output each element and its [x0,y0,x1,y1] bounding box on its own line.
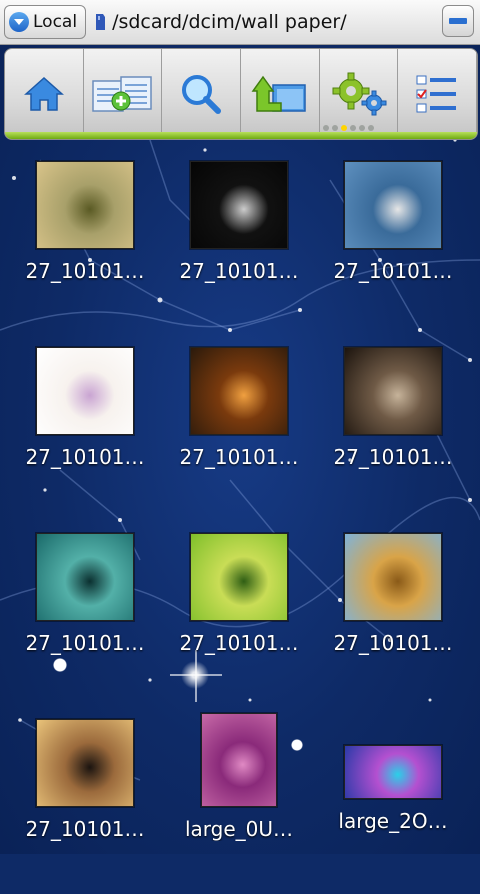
file-item[interactable]: large_2O… [316,708,470,894]
file-name: large_2O… [338,809,448,833]
list-view-button[interactable] [398,49,477,139]
page-dot [323,125,329,131]
home-button[interactable] [5,49,84,139]
search-button[interactable] [162,49,242,139]
page-dot [332,125,338,131]
file-item[interactable]: 27_10101… [8,708,162,894]
image-thumbnail [344,745,442,799]
file-item[interactable]: 27_10101… [8,150,162,336]
file-name: 27_10101… [25,631,145,655]
list-view-icon [416,75,457,113]
file-name: 27_10101… [25,445,145,469]
current-path: /sdcard/dcim/wall paper/ [112,11,347,33]
toolbar-accent-strip [5,132,477,139]
image-thumbnail [36,347,134,435]
file-name: large_0U… [184,817,294,841]
file-name: 27_10101… [179,631,299,655]
image-thumbnail [190,347,288,435]
file-name: 27_10101… [25,259,145,283]
image-thumbnail [344,533,442,621]
image-thumbnail [36,719,134,807]
file-item[interactable]: 27_10101… [8,522,162,708]
file-item[interactable]: 27_10101… [316,336,470,522]
sdcard-icon [96,14,106,30]
file-name: 27_10101… [179,445,299,469]
minus-icon [449,18,467,24]
file-name: 27_10101… [179,259,299,283]
search-icon [182,75,222,114]
file-grid: 27_10101… 27_10101… 27_10101… 27_10101… … [0,150,480,894]
home-icon [23,76,64,111]
image-thumbnail [190,161,288,249]
action-toolbar [4,48,478,140]
settings-gears-icon [332,72,387,116]
go-up-folder-button[interactable] [241,49,320,139]
image-thumbnail [36,533,134,621]
page-dot-active [341,125,347,131]
file-name: 27_10101… [333,445,453,469]
image-thumbnail [344,161,442,249]
image-thumbnail [36,161,134,249]
file-item[interactable]: 27_10101… [316,522,470,708]
go-up-folder-icon [251,75,306,112]
page-dot [350,125,356,131]
image-thumbnail [201,713,277,807]
path-bar: Local /sdcard/dcim/wall paper/ [0,0,480,45]
multi-add-icon [91,76,152,112]
image-thumbnail [344,347,442,435]
file-item[interactable]: 27_10101… [162,522,316,708]
page-dot [368,125,374,131]
page-dot [359,125,365,131]
file-item[interactable]: 27_10101… [8,336,162,522]
file-item[interactable]: 27_10101… [162,150,316,336]
multi-add-button[interactable] [84,49,163,139]
toolbar-page-indicator [323,125,374,131]
file-name: 27_10101… [333,259,453,283]
file-name: 27_10101… [25,817,145,841]
collapse-toolbar-button[interactable] [442,5,474,37]
file-item[interactable]: 27_10101… [316,150,470,336]
image-thumbnail [190,533,288,621]
file-item[interactable]: 27_10101… [162,336,316,522]
file-item[interactable]: large_0U… [162,708,316,894]
storage-location-dropdown[interactable]: Local [4,5,87,39]
chevron-down-icon [9,12,29,32]
file-name: 27_10101… [333,631,453,655]
storage-location-label: Local [33,12,78,32]
